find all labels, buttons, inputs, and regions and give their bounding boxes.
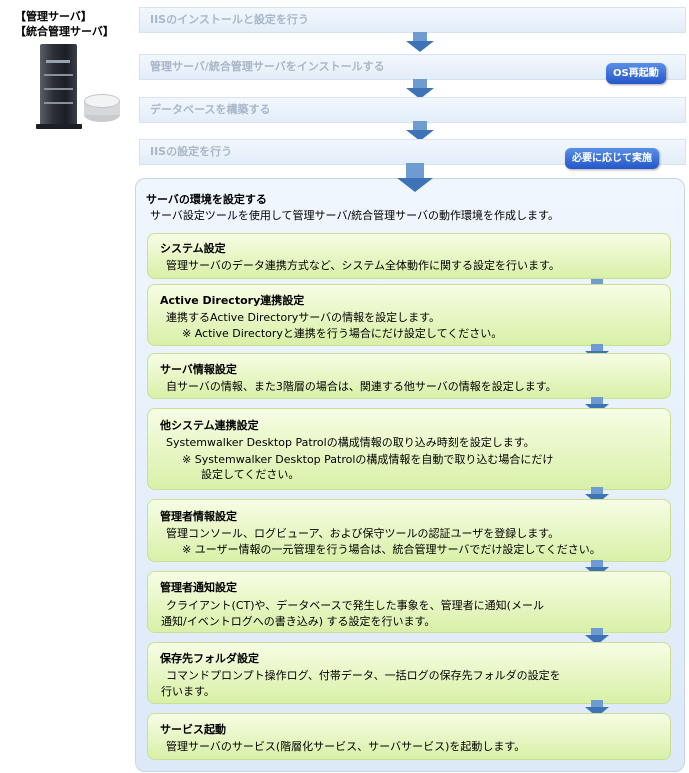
panel-title: サーバの環境を設定する	[146, 193, 267, 206]
down-arrow-icon	[397, 163, 433, 193]
os-restart-badge: OS再起動	[606, 63, 666, 84]
substep-title: 管理者情報設定	[160, 510, 237, 523]
substep-title: サービス起動	[160, 723, 226, 736]
down-arrow-icon	[406, 32, 434, 52]
substep-title: システム設定	[160, 242, 226, 255]
substep-note: ※ ユーザー情報の一元管理を行う場合は、統合管理サーバでだけ設定してください。	[182, 543, 601, 556]
database-disk-icon	[84, 94, 120, 122]
substep-title: サーバ情報設定	[160, 363, 237, 376]
substep-text: 自サーバの情報、また3階層の場合は、関連する他サーバの情報を設定します。	[166, 380, 557, 393]
panel-description: サーバ設定ツールを使用して管理サーバ/統合管理サーバの動作環境を作成します。	[150, 209, 559, 222]
down-arrow-icon	[406, 121, 434, 141]
substep-title: 管理者通知設定	[160, 581, 237, 594]
server-label-management: 【管理サーバ】	[15, 10, 92, 23]
substep-text: クライアント(CT)や、データベースで発生した事象を、管理者に通知(メール	[166, 599, 544, 612]
substep-title: 保存先フォルダ設定	[160, 652, 259, 665]
substep-text: コマンドプロンプト操作ログ、付帯データ、一括ログの保存先フォルダの設定を	[166, 669, 561, 682]
as-needed-badge: 必要に応じて実施	[565, 148, 659, 169]
step-iis-install: IISのインストールと設定を行う	[139, 7, 686, 33]
server-base-icon	[36, 124, 82, 129]
substep-text: 行います。	[161, 685, 215, 698]
substep-text: 管理サーバのサービス(階層化サービス、サーバサービス)を起動します。	[166, 740, 526, 753]
substep-title: Active Directory連携設定	[160, 294, 305, 307]
server-label-integrated: 【統合管理サーバ】	[15, 25, 114, 38]
step-build-database: データベースを構築する	[139, 97, 686, 123]
substep-text: 管理コンソール、ログビューア、および保守ツールの認証ユーザを登録します。	[166, 527, 560, 540]
substep-text: 管理サーバのデータ連携方式など、システム全体動作に関する設定を行います。	[166, 259, 560, 272]
substep-text: 連携するActive Directoryサーバの情報を設定します。	[166, 311, 441, 324]
step-install-server: 管理サーバ/統合管理サーバをインストールする	[139, 54, 686, 80]
substep-text: 通知/イベントログへの書き込み) する設定を行います。	[161, 615, 436, 628]
down-arrow-icon	[406, 79, 434, 99]
substep-note: 設定してください。	[201, 468, 300, 481]
substep-title: 他システム連携設定	[160, 419, 259, 432]
substep-note: ※ Systemwalker Desktop Patrolの構成情報を自動で取り…	[182, 453, 554, 466]
server-icon	[40, 44, 77, 128]
substep-note: ※ Active Directoryと連携を行う場合にだけ設定してください。	[182, 327, 503, 340]
substep-text: Systemwalker Desktop Patrolの構成情報の取り込み時刻を…	[166, 436, 535, 449]
